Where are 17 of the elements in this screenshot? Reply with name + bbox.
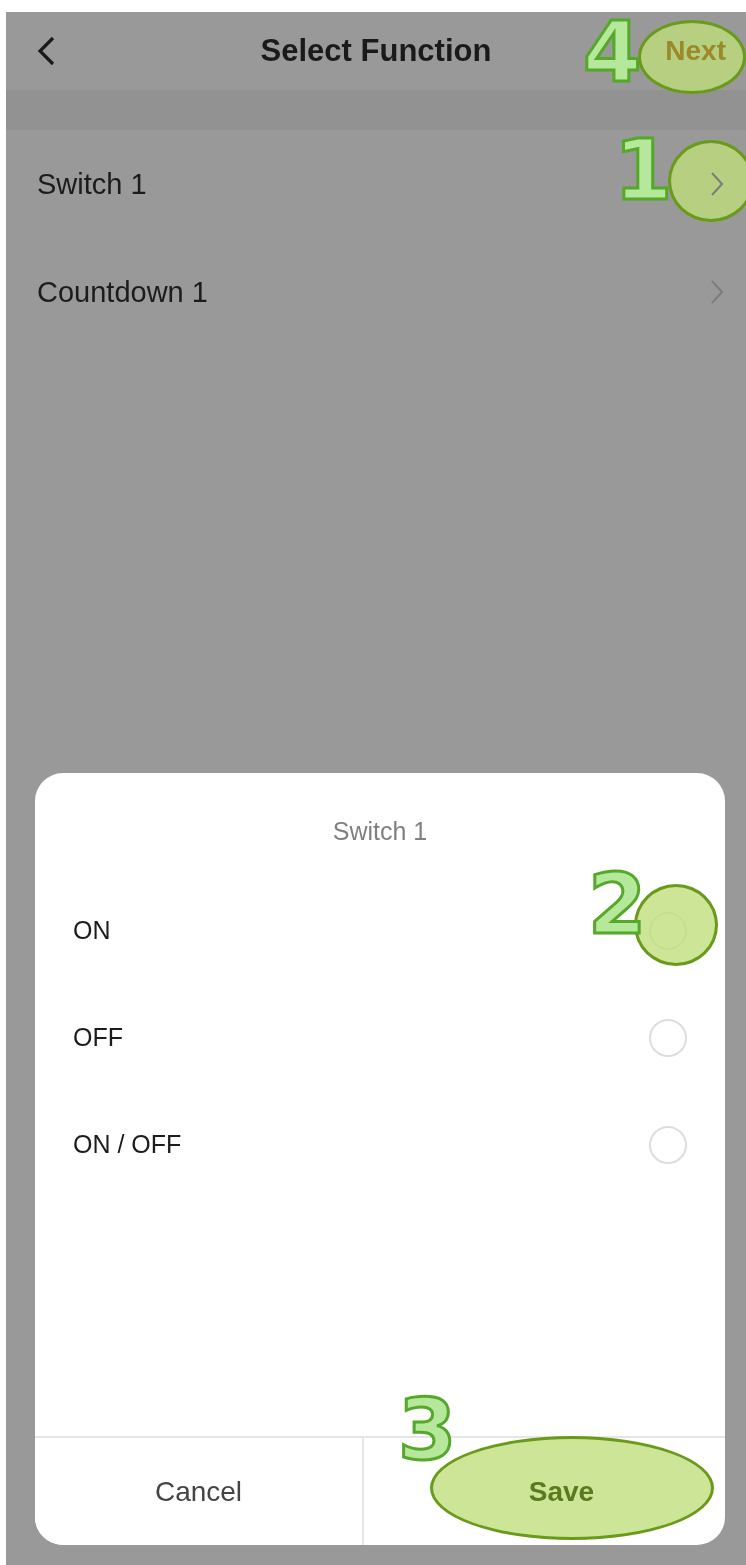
- radio-button[interactable]: [649, 1018, 687, 1057]
- back-icon[interactable]: [36, 35, 56, 67]
- chevron-right-icon[interactable]: [710, 171, 724, 197]
- function-item[interactable]: Switch 1: [37, 167, 147, 201]
- step-number: 1: [614, 128, 673, 212]
- sheet-title: Switch 1: [331, 816, 429, 847]
- cancel-button[interactable]: Cancel: [35, 1438, 364, 1545]
- radio-button[interactable]: [649, 1125, 687, 1164]
- option-label[interactable]: OFF: [73, 1023, 123, 1052]
- option-label[interactable]: ON: [73, 916, 111, 945]
- option-label[interactable]: ON / OFF: [73, 1130, 182, 1159]
- chevron-right-icon[interactable]: [710, 279, 724, 305]
- function-item[interactable]: Countdown 1: [37, 275, 208, 309]
- step-number: 3: [398, 1388, 457, 1472]
- step-number: 4: [583, 10, 642, 94]
- page-title: Select Function: [260, 33, 492, 69]
- step-number: 2: [588, 862, 647, 946]
